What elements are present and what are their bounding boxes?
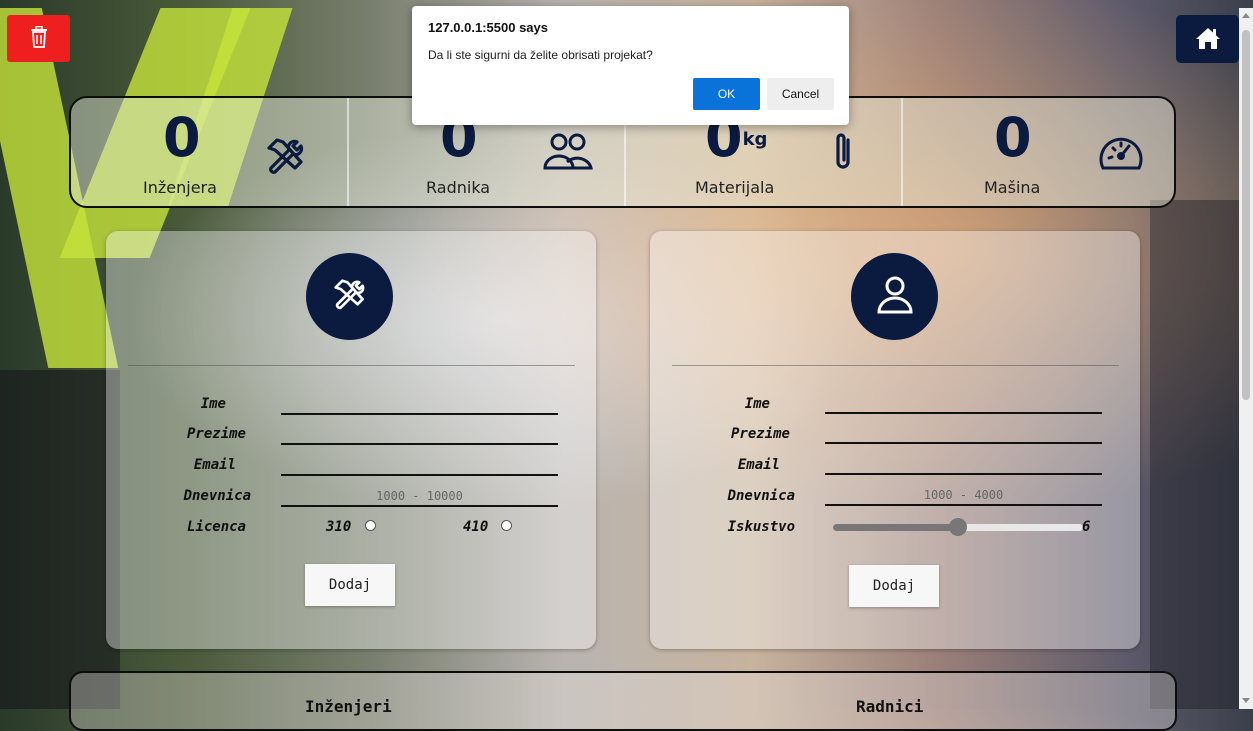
engineer-prezime-input[interactable] [281, 425, 558, 445]
tools-icon [261, 132, 311, 186]
license-410-label: 410 [463, 519, 489, 535]
slider-thumb[interactable] [949, 518, 967, 536]
add-engineer-button[interactable]: Dodaj [305, 564, 395, 606]
scroll-thumb[interactable] [1242, 30, 1250, 400]
stat-label: Inženjera [143, 178, 217, 197]
stat-engineers: 0 Inženjera [71, 98, 349, 206]
delete-project-button[interactable] [7, 15, 70, 62]
ime-label: Ime [744, 396, 770, 412]
divider [672, 365, 1119, 366]
slider-fill [833, 524, 958, 531]
iskustvo-value: 6 [1082, 519, 1091, 535]
worker-prezime-input[interactable] [825, 424, 1102, 444]
iskustvo-slider[interactable] [833, 518, 1083, 536]
email-label: Email [193, 457, 236, 473]
license-410-radio[interactable] [501, 520, 512, 531]
home-button[interactable] [1176, 15, 1239, 63]
lists-panel: Inženjeri Radnici [69, 671, 1177, 731]
dialog-ok-button[interactable]: OK [693, 78, 760, 110]
engineer-form-card: Ime Prezime Email Dnevnica Licenca 310 4… [106, 231, 596, 649]
background-shadow [0, 370, 120, 709]
worker-dnevnica-input[interactable] [825, 486, 1102, 506]
worker-ime-input[interactable] [825, 394, 1102, 414]
stat-label: Materijala [695, 178, 775, 197]
user-icon [875, 274, 915, 320]
stat-value: 0 [994, 106, 1032, 169]
tools-icon [329, 274, 371, 320]
worker-form-card: Ime Prezime Email Dnevnica Iskustvo 6 Do… [650, 231, 1140, 649]
engineer-dnevnica-input[interactable] [281, 487, 558, 507]
dnevnica-label: Dnevnica [727, 488, 795, 504]
scroll-down-arrow[interactable] [1242, 698, 1250, 703]
home-icon [1195, 26, 1221, 53]
engineer-ime-input[interactable] [281, 395, 558, 415]
engineers-list-title: Inženjeri [305, 697, 392, 716]
email-label: Email [737, 457, 780, 473]
dnevnica-label: Dnevnica [183, 488, 251, 504]
stat-label: Radnika [426, 178, 491, 197]
trash-icon [29, 25, 49, 51]
scroll-up-arrow[interactable] [1242, 13, 1250, 18]
prezime-label: Prezime [186, 426, 246, 442]
stat-label: Mašina [984, 178, 1041, 197]
page-scrollbar[interactable] [1239, 8, 1253, 709]
divider [128, 365, 575, 366]
iskustvo-label: Iskustvo [727, 519, 795, 535]
worker-avatar [851, 253, 938, 340]
dialog-message: Da li ste sigurni da želite obrisati pro… [428, 48, 653, 62]
license-310-radio[interactable] [365, 520, 376, 531]
paperclip-icon [830, 132, 856, 178]
users-icon [543, 132, 593, 178]
add-worker-button[interactable]: Dodaj [849, 565, 939, 607]
prezime-label: Prezime [730, 426, 790, 442]
ime-label: Ime [200, 396, 226, 412]
engineer-email-input[interactable] [281, 456, 558, 476]
license-310-label: 310 [326, 519, 352, 535]
dialog-cancel-button[interactable]: Cancel [767, 78, 834, 110]
licenca-label: Licenca [186, 519, 246, 535]
dialog-title: 127.0.0.1:5500 says [428, 20, 548, 35]
confirm-dialog: 127.0.0.1:5500 says Da li ste sigurni da… [412, 6, 849, 125]
speedometer-icon [1097, 132, 1145, 178]
stat-value: 0 [163, 106, 201, 169]
engineer-avatar [306, 253, 393, 340]
worker-email-input[interactable] [825, 455, 1102, 475]
workers-list-title: Radnici [856, 697, 924, 716]
background-shadow [1150, 200, 1239, 709]
stat-machines: 0 Mašina [902, 98, 1178, 206]
